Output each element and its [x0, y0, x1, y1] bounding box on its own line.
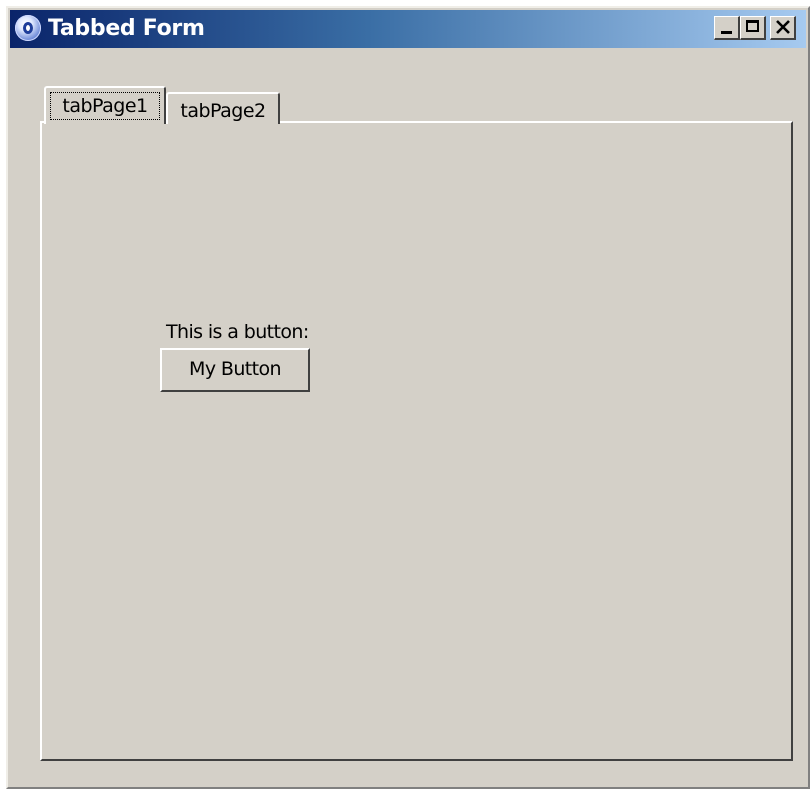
tab-panel: This is a button: My Button	[40, 121, 793, 761]
button-caption-label: This is a button:	[166, 321, 309, 343]
minimize-icon	[721, 31, 732, 34]
tab-page2-label: tabPage2	[180, 100, 266, 122]
maximize-icon	[746, 20, 759, 32]
app-icon[interactable]	[15, 15, 41, 41]
tab-page1-label: tabPage1	[50, 92, 160, 120]
window-title: Tabbed Form	[48, 16, 205, 41]
tab-page1[interactable]: tabPage1	[44, 86, 166, 124]
my-button[interactable]: My Button	[160, 348, 310, 392]
close-icon	[776, 20, 790, 34]
tab-page2[interactable]: tabPage2	[166, 92, 280, 124]
form-window: Tabbed Form This is a button: My Button …	[6, 6, 810, 789]
maximize-button[interactable]	[740, 16, 766, 40]
close-button[interactable]	[770, 16, 796, 40]
minimize-button[interactable]	[714, 16, 740, 40]
title-bar[interactable]: Tabbed Form	[10, 10, 806, 48]
